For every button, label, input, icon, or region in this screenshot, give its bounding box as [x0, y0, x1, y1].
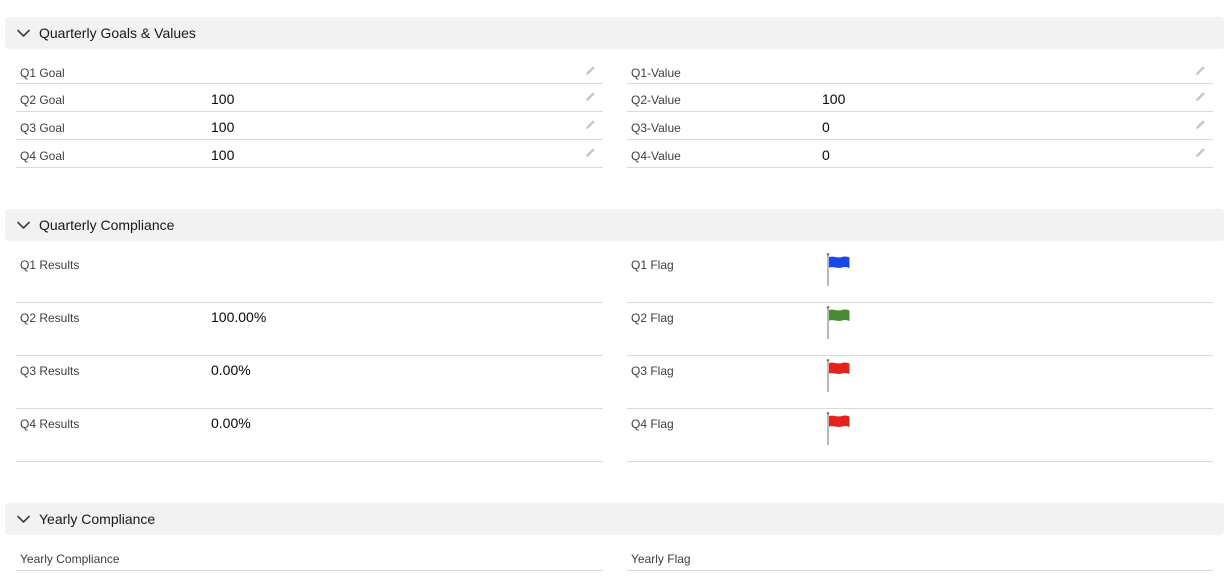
field-q1-value: Q1-Value — [627, 57, 1213, 84]
field-q2-value: Q2-Value 100 — [627, 84, 1213, 112]
field-label: Q3 Flag — [631, 364, 674, 378]
field-value: 100 — [211, 91, 235, 107]
field-value: 100.00% — [211, 309, 267, 325]
field-q3-goal: Q3 Goal 100 — [16, 112, 603, 140]
field-yearly-compliance: Yearly Compliance — [16, 544, 603, 571]
field-label: Q1 Results — [20, 258, 80, 272]
field-q4-results: Q4 Results 0.00% — [16, 409, 603, 462]
field-label: Q1 Flag — [631, 258, 674, 272]
section-header-quarterly-goals[interactable]: Quarterly Goals & Values — [5, 17, 1224, 49]
field-q1-goal: Q1 Goal — [16, 57, 603, 84]
section-title: Quarterly Compliance — [39, 217, 175, 233]
field-label: Q2 Goal — [20, 93, 65, 107]
field-q3-value: Q3-Value 0 — [627, 112, 1213, 140]
chevron-down-icon — [16, 512, 30, 526]
field-label: Q3 Results — [20, 364, 80, 378]
field-value: 100 — [211, 147, 235, 163]
field-value: 0.00% — [211, 415, 251, 431]
pencil-icon[interactable] — [583, 117, 597, 131]
field-q4-goal: Q4 Goal 100 — [16, 140, 603, 168]
field-label: Q2-Value — [631, 93, 681, 107]
pencil-icon[interactable] — [1193, 89, 1207, 103]
field-q4-flag: Q4 Flag — [627, 409, 1213, 462]
section-title: Yearly Compliance — [39, 511, 156, 527]
field-yearly-flag: Yearly Flag — [627, 544, 1213, 571]
field-label: Q4 Results — [20, 417, 80, 431]
field-q2-results: Q2 Results 100.00% — [16, 303, 603, 356]
field-label: Q1-Value — [631, 66, 681, 80]
section-header-quarterly-compliance[interactable]: Quarterly Compliance — [5, 209, 1224, 241]
field-q2-flag: Q2 Flag — [627, 303, 1213, 356]
section-header-yearly-compliance[interactable]: Yearly Compliance — [5, 503, 1224, 535]
red-flag-icon — [826, 359, 850, 392]
field-value: 0 — [822, 119, 830, 135]
pencil-icon[interactable] — [1193, 63, 1207, 77]
field-q1-flag: Q1 Flag — [627, 250, 1213, 303]
field-value: 0 — [822, 147, 830, 163]
field-label: Q3 Goal — [20, 121, 65, 135]
pencil-icon[interactable] — [583, 89, 597, 103]
blue-flag-icon — [826, 253, 850, 286]
field-q3-flag: Q3 Flag — [627, 356, 1213, 409]
pencil-icon[interactable] — [583, 145, 597, 159]
field-label: Q3-Value — [631, 121, 681, 135]
field-label: Yearly Flag — [631, 552, 691, 566]
record-detail-page: Quarterly Goals & Values Q1 Goal Q2 Goal… — [0, 0, 1227, 585]
field-label: Q1 Goal — [20, 66, 65, 80]
field-value: 0.00% — [211, 362, 251, 378]
field-value: 100 — [211, 119, 235, 135]
field-label: Q4-Value — [631, 149, 681, 163]
field-label: Q4 Goal — [20, 149, 65, 163]
field-label: Q4 Flag — [631, 417, 674, 431]
field-label: Q2 Flag — [631, 311, 674, 325]
field-value: 100 — [822, 91, 846, 107]
field-q4-value: Q4-Value 0 — [627, 140, 1213, 168]
pencil-icon[interactable] — [1193, 145, 1207, 159]
field-label: Yearly Compliance — [20, 552, 120, 566]
field-q3-results: Q3 Results 0.00% — [16, 356, 603, 409]
red-flag-icon — [826, 412, 850, 445]
pencil-icon[interactable] — [583, 63, 597, 77]
field-label: Q2 Results — [20, 311, 80, 325]
field-q1-results: Q1 Results — [16, 250, 603, 303]
green-flag-icon — [826, 306, 850, 339]
chevron-down-icon — [16, 26, 30, 40]
section-title: Quarterly Goals & Values — [39, 25, 196, 41]
chevron-down-icon — [16, 218, 30, 232]
field-q2-goal: Q2 Goal 100 — [16, 84, 603, 112]
pencil-icon[interactable] — [1193, 117, 1207, 131]
